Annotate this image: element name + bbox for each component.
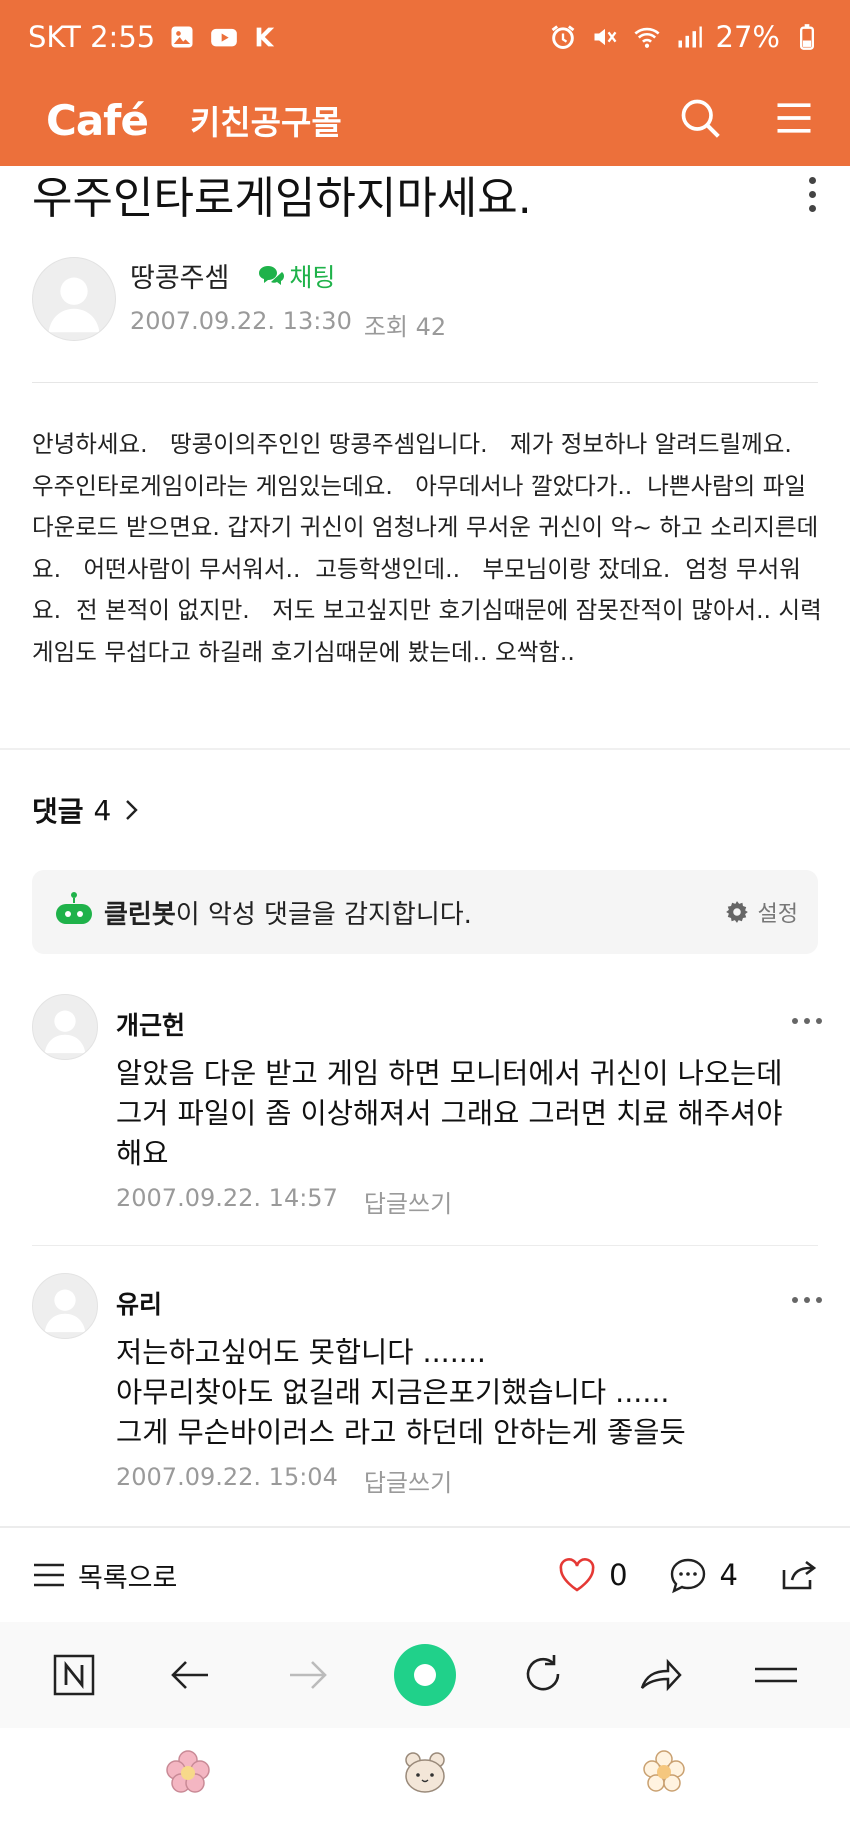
post-author: 땅콩주셈 채팅 2007.09.22. 13:30 조회 42 [32,256,822,342]
comment-date: 2007.09.22. 14:57 [116,1184,338,1212]
cafe-logo[interactable]: Café [46,96,149,145]
battery-percent: 27% [715,20,780,54]
chat-button[interactable]: 채팅 [257,258,335,294]
divider [32,382,818,383]
forward-icon[interactable] [277,1645,337,1705]
comment-text: 저는하고싶어도 못합니다 ....... 아무리찾아도 없길래 지금은포기했습니… [116,1336,686,1449]
top-bar: SKT 2:55 27% Café 키친공구몰 [0,0,850,166]
post-meta: 2007.09.22. 13:30 조회 42 [130,307,446,342]
mute-icon [590,22,620,52]
post-title-row: 우주인타로게임하지마세요. [32,164,822,224]
avatar[interactable] [32,994,98,1060]
app-header: Café 키친공구몰 [0,74,850,166]
gallery-icon [167,22,197,52]
more-options-icon[interactable] [802,176,822,212]
settings-label: 설정 [757,902,798,927]
comment-text: 알았음 다운 받고 게임 하면 모니터에서 귀신이 나오는데 그거 파일이 좀 … [116,1057,783,1170]
list-icon [34,1563,64,1587]
back-to-list-button[interactable]: 목록으로 [32,1556,177,1595]
comment-item: 유리 저는하고싶어도 못합니다 ....... 아무리찾아도 없길래 지금은포기… [32,1273,822,1503]
divider [32,1245,818,1246]
carrier-time: SKT 2:55 [28,20,156,54]
list-label: 목록으로 [78,1562,178,1594]
comments-label: 댓글 [32,795,84,828]
share-page-icon[interactable] [629,1645,689,1705]
chevron-right-icon [126,800,139,820]
menu-icon[interactable] [772,96,816,144]
cleanbot-settings-button[interactable]: 설정 [724,896,798,928]
share-icon [782,1560,817,1590]
cleanbot-message: 이 악성 댓글을 감지합니다. [175,899,472,930]
app-icon [251,22,281,52]
gear-icon [725,901,748,923]
search-icon[interactable] [678,96,722,144]
youtube-icon [209,22,239,52]
browser-menu-icon[interactable] [746,1645,806,1705]
flower-sticker-icon [164,1748,212,1796]
post-date: 2007.09.22. 13:30 [130,307,352,335]
reply-button[interactable]: 답글쓰기 [364,1184,452,1219]
post-title: 우주인타로게임하지마세요. [32,173,532,224]
flower-outline-sticker-icon [640,1748,688,1796]
post-action-bar: 목록으로 0 4 [0,1528,850,1622]
alarm-icon [548,22,578,52]
comment-bubble-icon [670,1558,705,1594]
wifi-icon [632,22,662,52]
cleanbot-icon [52,890,96,934]
bear-sticker-icon [401,1748,449,1796]
status-bar: SKT 2:55 27% [0,0,850,74]
view-count: 조회 42 [363,313,447,341]
chat-label: 채팅 [289,262,336,292]
browser-toolbar [0,1622,850,1728]
comment-more-icon[interactable] [792,1297,822,1303]
cleanbot-name: 클린봇 [104,899,176,930]
cafe-name[interactable]: 키친공구몰 [190,96,342,144]
back-icon[interactable] [161,1645,221,1705]
comment-button[interactable]: 4 [668,1556,738,1594]
cleanbot-banner: 클린봇이 악성 댓글을 감지합니다. 설정 [32,870,818,954]
green-dot-button[interactable] [393,1644,456,1706]
chat-icon [259,265,285,285]
reply-button[interactable]: 답글쓰기 [364,1463,452,1498]
signal-icon [674,22,704,52]
comment-date: 2007.09.22. 15:04 [116,1463,338,1491]
section-separator [0,748,850,750]
author-name[interactable]: 땅콩주셈 [130,256,229,295]
heart-icon [559,1558,595,1592]
like-count: 0 [609,1558,628,1592]
comment-author[interactable]: 유리 [116,1285,816,1321]
refresh-icon[interactable] [513,1645,573,1705]
avatar[interactable] [32,257,116,341]
bottom-sticker-bar [0,1728,850,1823]
comments-count: 4 [93,793,112,827]
post-body: 안녕하세요. 땅콩이의주인인 땅콩주셈입니다. 제가 정보하나 알려드릴께요. … [32,430,830,666]
comment-author[interactable]: 개근헌 [116,1006,816,1042]
comment-count: 4 [719,1558,738,1592]
naver-home-icon[interactable] [44,1645,104,1705]
share-button[interactable] [778,1556,818,1594]
like-button[interactable]: 0 [557,1556,628,1594]
battery-icon [792,22,822,52]
avatar[interactable] [32,1273,98,1339]
comment-more-icon[interactable] [792,1018,822,1024]
comments-header[interactable]: 댓글 4 [32,790,143,830]
comment-item: 개근헌 알았음 다운 받고 게임 하면 모니터에서 귀신이 나오는데 그거 파일… [32,994,822,1224]
